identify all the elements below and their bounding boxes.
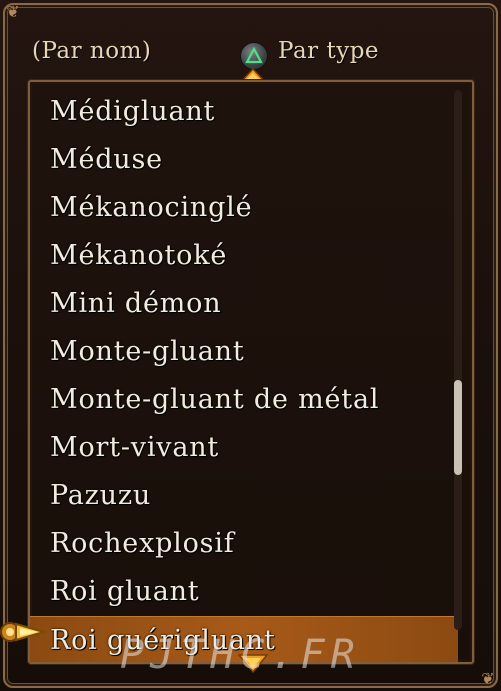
monster-list-screen: ❦ ❦ (Par nom) Par type Médigluant Méduse… <box>0 0 501 691</box>
list-item[interactable]: Monte-gluant de métal <box>30 376 458 424</box>
corner-ornament-icon: ❦ <box>481 669 495 688</box>
triangle-button-icon[interactable] <box>240 42 268 70</box>
list-item[interactable]: Médigluant <box>30 88 458 136</box>
sort-header: (Par nom) Par type <box>30 38 470 85</box>
list-item[interactable]: Mékanotoké <box>30 232 458 280</box>
list-item[interactable]: Méduse <box>30 136 458 184</box>
sort-by-type-tab[interactable]: Par type <box>278 38 379 64</box>
selection-pointer-icon <box>0 622 46 642</box>
list-item[interactable]: Rochexplosif <box>30 520 458 568</box>
scrollbar-track[interactable] <box>454 90 462 630</box>
scrollbar-thumb[interactable] <box>454 380 462 475</box>
list-item[interactable]: Pazuzu <box>30 472 458 520</box>
list-item[interactable]: Mort-vivant <box>30 424 458 472</box>
sort-by-name-tab[interactable]: (Par nom) <box>32 38 151 64</box>
scroll-down-arrow-icon[interactable] <box>238 652 268 674</box>
corner-ornament-icon: ❦ <box>6 2 20 21</box>
list-item[interactable]: Monte-gluant <box>30 328 458 376</box>
monster-list: Médigluant Méduse Mékanocinglé Mékanotok… <box>30 88 458 662</box>
list-item[interactable]: Mékanocinglé <box>30 184 458 232</box>
monster-list-panel: Médigluant Méduse Mékanocinglé Mékanotok… <box>28 80 474 664</box>
list-item[interactable]: Mini démon <box>30 280 458 328</box>
list-item[interactable]: Roi gluant <box>30 568 458 616</box>
